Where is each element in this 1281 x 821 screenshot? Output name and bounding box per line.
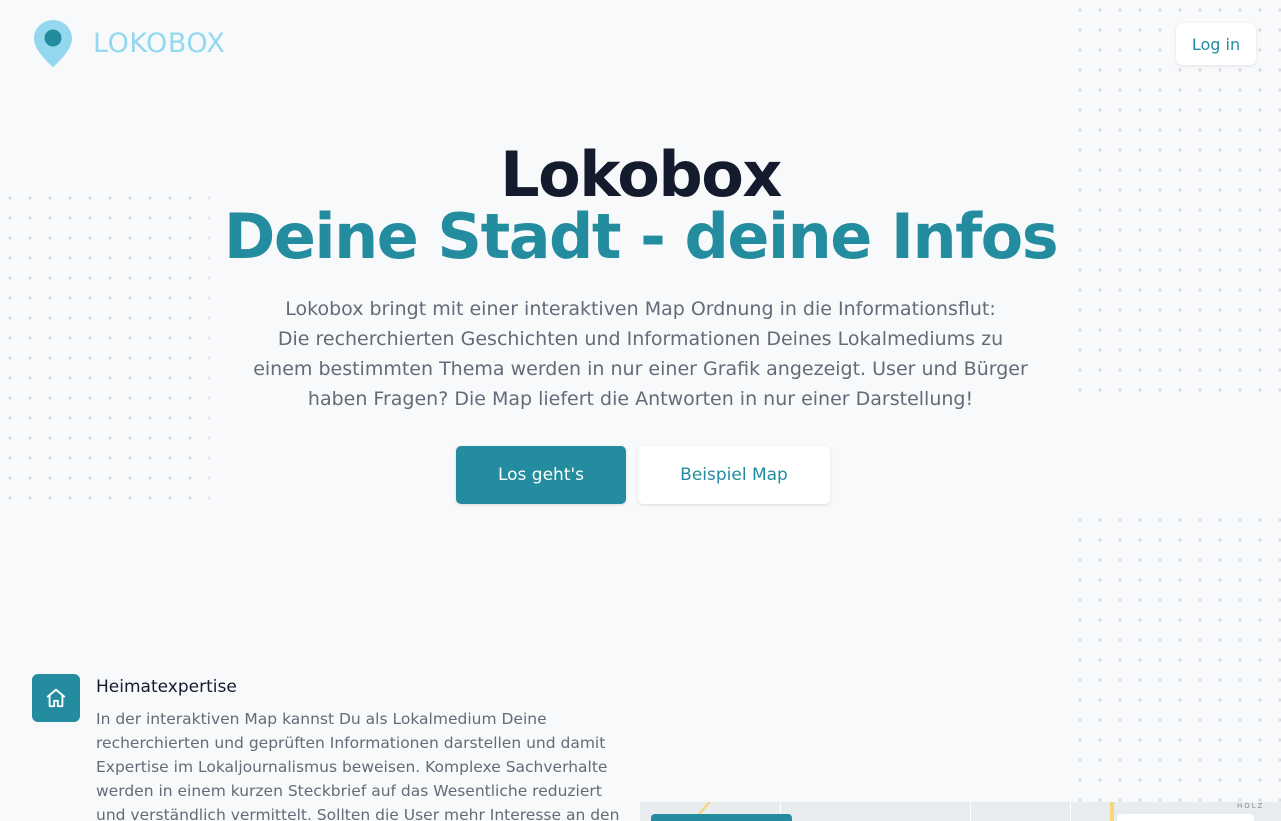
map-place-label: HOLZ xyxy=(1237,802,1265,810)
get-started-button[interactable]: Los geht's xyxy=(456,446,626,504)
map-street xyxy=(970,802,971,821)
hero-description: Lokobox bringt mit einer interaktiven Ma… xyxy=(246,294,1036,414)
map-control-button[interactable] xyxy=(651,814,792,821)
hero-description-line-2: Die recherchierten Geschichten und Infor… xyxy=(253,328,1028,410)
map-road xyxy=(1110,802,1114,821)
site-header: LOKOBOX Log in xyxy=(0,0,1281,90)
dot-pattern-bottom-right xyxy=(1070,510,1281,821)
map-control-panel[interactable] xyxy=(1117,814,1254,821)
home-icon xyxy=(32,674,80,722)
login-button[interactable]: Log in xyxy=(1176,23,1256,65)
map-pin-icon xyxy=(33,19,73,68)
feature-title: Heimatexpertise xyxy=(96,677,237,697)
logo-text: LOKOBOX xyxy=(93,27,226,59)
hero-section: Lokobox Deine Stadt - deine Infos Lokobo… xyxy=(0,140,1281,504)
example-map-button[interactable]: Beispiel Map xyxy=(638,446,830,504)
logo[interactable]: LOKOBOX xyxy=(33,19,225,68)
hero-description-line-1: Lokobox bringt mit einer interaktiven Ma… xyxy=(285,298,996,320)
feature-text: In der interaktiven Map kannst Du als Lo… xyxy=(96,710,620,821)
page-subtitle: Deine Stadt - deine Infos xyxy=(223,200,1059,273)
map-preview[interactable]: HOLZ xyxy=(640,802,1281,821)
map-street xyxy=(1070,802,1071,821)
hero-buttons: Los geht's Beispiel Map xyxy=(0,446,1281,504)
